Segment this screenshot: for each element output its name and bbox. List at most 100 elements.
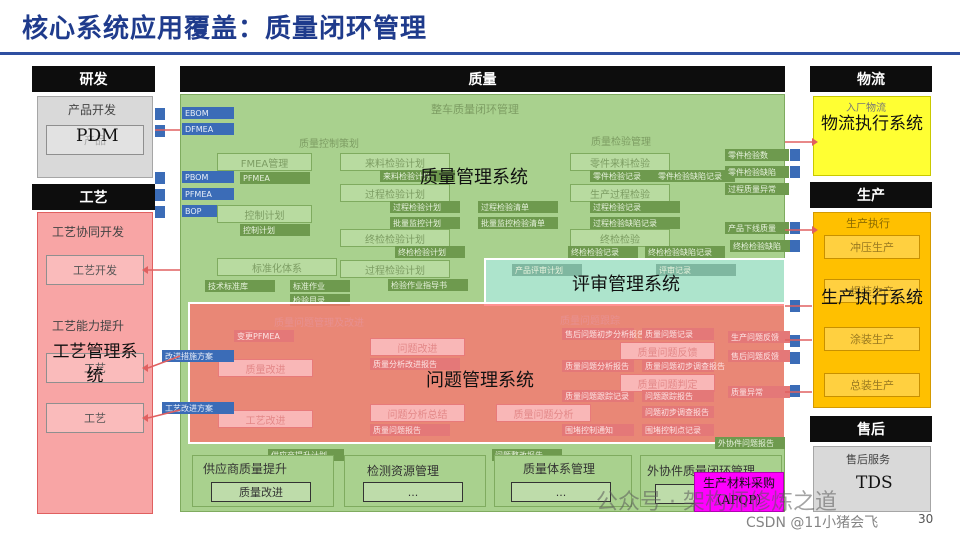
process-group1-label: 工艺协同开发 [52,225,125,239]
interface-marker [790,149,800,161]
production-box-assembly: 总装生产 [824,373,920,397]
tag-quality-analysis: 质量问题分析报告 [562,360,634,372]
tag-far-part-defect: 零件检验缺陷 [725,166,789,178]
header-after-sales: 售后 [810,416,932,442]
tag-change-pfmea: 变更PFMEA [234,330,294,342]
page-title: 核心系统应用覆盖：质量闭环管理 [22,14,428,44]
logistics-system-label: 物流执行系统 [821,114,923,134]
tag-final-plan: 终检检验计划 [395,246,465,258]
review-system-label: 评审管理系统 [572,274,680,295]
tag-pfmea: PFMEA [182,188,234,200]
tag-containment-notice: 围堵控制通知 [562,424,634,436]
watermark-csdn: CSDN @11小猪会飞 [746,515,879,531]
interface-marker [790,166,800,178]
module-supplier: 供应商质量提升 质量改进 [192,455,334,507]
interface-marker [155,172,165,184]
interface-marker [790,222,800,234]
tag-final-defect: 终检检验缺陷记录 [645,246,725,258]
tag-after-sales-feedback: 售后问题反馈 [728,350,790,362]
final-inspect-box: 终检检验 [570,229,670,247]
standard-box: 标准化体系 [217,258,337,276]
process-plan-box-2: 过程检验计划 [340,260,450,278]
tag-far-process: 过程质量异常 [725,183,789,195]
tag-batch-list: 批量监控检验清单 [478,217,558,229]
tag-control-plan: 控制计划 [240,224,310,236]
tag-far-offline: 产品下线质量 [725,222,789,234]
tag-initial-report: 问题初步调查报告 [642,406,714,418]
quality-main-label: 整车质量闭环管理 [431,103,519,116]
issue-system-label: 问题管理系统 [426,370,534,391]
module-testing-box: ... [363,482,463,502]
process-group2-label: 工艺能力提升 [52,319,125,333]
tag-process-plan: 过程检验计划 [390,201,460,213]
header-process: 工艺 [32,184,155,210]
problem-track-label: 质量问题跟踪 [560,316,620,327]
rd-sub-label: 产品开发 [68,103,117,117]
interface-marker [155,206,165,218]
tag-process-list: 过程检验清单 [478,201,558,213]
module-supplier-box: 质量改进 [211,482,311,502]
tag-far-final: 终检检验缺陷 [730,240,794,252]
process-box-2: 工艺 [46,403,144,433]
rd-panel: 产品开发 产品 PDM [37,96,153,178]
header-rd: 研发 [32,66,155,92]
tag-far-part: 零件检验数 [725,149,789,161]
tag-after-sales-analysis: 售后问题初步分析报告 [562,328,645,340]
production-box-painting: 涂装生产 [824,327,920,351]
after-sales-sub-label: 售后服务 [846,453,890,466]
interface-marker [155,125,165,137]
tag-dfmea: DFMEA [182,123,234,135]
final-plan-box: 终检检验计划 [340,229,450,247]
tag-process-record: 过程检验记录 [590,201,680,213]
tag-work-instruction: 检验作业指导书 [388,279,468,291]
interface-marker [790,335,800,347]
tag-problem-record: 质量问题记录 [642,328,714,340]
interface-marker [790,240,800,252]
production-box-stamping: 冲压生产 [824,235,920,259]
tag-part-defect: 零件检验缺陷记录 [655,170,735,182]
production-system-label: 生产执行系统 [821,288,923,308]
incoming-inspect-box: 零件来料检验 [570,153,670,171]
tag-production-feedback: 生产问题反馈 [728,331,790,343]
production-sub-label: 生产执行 [846,217,890,230]
problem-feedback-box: 质量问题反馈 [620,342,715,360]
header-logistics: 物流 [810,66,932,92]
logistics-sub-label: 入厂物流 [846,103,886,114]
page-number: 30 [918,512,934,526]
interface-marker [155,189,165,201]
tag-process-defect: 过程检验缺陷记录 [590,217,680,229]
tag-pbom: PBOM [182,171,234,183]
tag-process-improve-plan: 工艺改进方案 [162,402,234,414]
interface-marker [790,300,800,312]
logistics-panel: 入厂物流 物流执行系统 [813,96,931,176]
header-production: 生产 [810,182,932,208]
quality-planning-label: 质量控制策划 [299,139,359,150]
tag-standard-work: 标准作业 [290,280,350,292]
tag-pfmea-green: PFMEA [240,172,310,184]
module-testing-title: 检测资源管理 [367,464,440,478]
pdm-system-label: PDM [76,126,119,146]
tds-system-label: TDS [856,473,893,493]
header-quality: 质量 [180,66,785,92]
tag-outsourced-report: 外协件问题报告 [715,437,785,449]
problem-analysis-box: 质量问题分析 [496,404,591,422]
tag-improve-plan: 改进措施方案 [162,350,234,362]
interface-marker [790,352,800,364]
fmea-box: FMEA管理 [217,153,312,171]
tag-final-record: 终检检验记录 [568,246,638,258]
tag-tech-standards: 技术标准库 [205,280,275,292]
tag-track-report: 问题跟踪报告 [642,390,714,402]
tag-initial-survey: 质量问题初步调查报告 [642,360,725,372]
interface-marker [790,385,800,397]
tag-containment-record: 围堵控制点记录 [642,424,714,436]
problem-section-label: 质量问题管理及改进 [274,318,364,329]
process-dev-box: 工艺开发 [46,255,144,285]
control-plan-box: 控制计划 [217,205,312,223]
tag-ebom: EBOM [182,107,234,119]
process-system-label: 工艺管理系统 [52,342,138,386]
interface-marker [155,108,165,120]
module-supplier-title: 供应商质量提升 [203,462,288,476]
production-panel: 生产执行 冲压生产 焊装生产 涂装生产 总装生产 [813,212,931,408]
module-system-title: 质量体系管理 [523,462,596,476]
tag-problem-report: 质量问题报告 [370,424,450,436]
